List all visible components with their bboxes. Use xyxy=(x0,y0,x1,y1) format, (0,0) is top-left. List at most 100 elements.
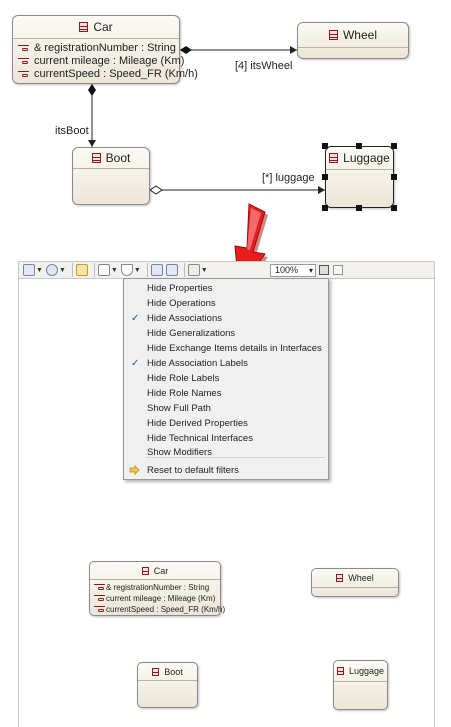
boot-class-name: Boot xyxy=(164,666,183,677)
menu-item-label: Hide Generalizations xyxy=(147,328,236,339)
menu-item-hide-technical-interfaces[interactable]: Hide Technical Interfaces xyxy=(124,431,328,446)
attribute-row: current mileage : Mileage (Km) xyxy=(94,593,220,604)
selection-handle[interactable] xyxy=(356,205,362,211)
boot-class-name: Boot xyxy=(105,151,131,165)
check-icon: ✓ xyxy=(131,313,140,324)
layout-icon xyxy=(45,264,58,276)
its-wheel-label: [4] itsWheel xyxy=(235,60,293,72)
refresh-icon xyxy=(75,264,88,276)
menu-item-label: Hide Role Labels xyxy=(147,373,220,384)
property-icon xyxy=(94,606,105,613)
class-icon xyxy=(336,667,344,675)
filter-menu: Hide Properties Hide Operations ✓ Hide As… xyxy=(123,278,329,480)
wheel-class-name: Wheel xyxy=(342,28,377,42)
class-icon xyxy=(336,574,344,582)
menu-item-hide-role-labels[interactable]: Hide Role Labels xyxy=(124,371,328,386)
menu-item-hide-exchange-items[interactable]: Hide Exchange Items details in Interface… xyxy=(124,341,328,356)
car-class-box-filtered[interactable]: Car & registrationNumber : String curren… xyxy=(89,561,225,616)
selection-handle[interactable] xyxy=(356,143,362,149)
composition-diamond xyxy=(180,46,192,54)
toolbar-button-paste[interactable]: ▼ xyxy=(187,262,208,278)
arrowhead xyxy=(318,186,325,194)
boot-class-box[interactable]: Boot xyxy=(72,147,150,205)
wheel-class-box-filtered[interactable]: Wheel xyxy=(311,568,399,597)
menu-item-hide-operations[interactable]: Hide Operations xyxy=(124,296,328,311)
composition-diamond xyxy=(88,84,96,96)
wheel-class-header: Wheel xyxy=(312,569,398,588)
attribute-row: & registrationNumber : String xyxy=(18,42,179,55)
chevron-down-icon[interactable]: ▼ xyxy=(201,267,208,274)
car-class-box[interactable]: Car & registrationNumber : String curren… xyxy=(12,15,198,84)
export-icon xyxy=(165,264,178,276)
luggage-role-label: [*] luggage xyxy=(262,172,315,184)
attribute-row: & registrationNumber : String xyxy=(94,582,220,593)
attribute-row: currentSpeed : Speed_FR (Km/h) xyxy=(94,604,225,615)
car-class-name: Car xyxy=(153,565,169,576)
chevron-down-icon[interactable]: ▼ xyxy=(36,267,43,274)
property-icon xyxy=(94,595,105,602)
selection-handle[interactable] xyxy=(322,174,328,180)
attribute-label: current mileage : Mileage (Km) xyxy=(106,594,216,603)
car-class-header: Car xyxy=(13,16,179,39)
layers-icon xyxy=(97,264,110,276)
toolbar-button-refresh[interactable] xyxy=(75,262,88,278)
toolbar-button-filters[interactable]: ▼ xyxy=(120,262,141,278)
luggage-class-box-filtered[interactable]: Luggage xyxy=(333,660,388,710)
luggage-class-name: Luggage xyxy=(348,666,385,676)
toolbar-separator xyxy=(146,263,148,277)
chevron-down-icon[interactable]: ▼ xyxy=(134,267,141,274)
selection-handle[interactable] xyxy=(391,143,397,149)
boot-class-header: Boot xyxy=(73,148,149,169)
menu-item-hide-generalizations[interactable]: Hide Generalizations xyxy=(124,326,328,341)
page-icon[interactable] xyxy=(333,265,343,275)
selection-handle[interactable] xyxy=(322,143,328,149)
chevron-down-icon[interactable]: ▼ xyxy=(111,267,118,274)
property-icon xyxy=(18,58,29,65)
class-icon xyxy=(79,22,89,32)
wheel-class-box[interactable]: Wheel xyxy=(297,22,409,59)
menu-item-hide-association-labels[interactable]: ✓ Hide Association Labels xyxy=(124,356,328,371)
toolbar-button-export[interactable] xyxy=(165,262,178,278)
boot-class-header: Boot xyxy=(138,663,197,681)
menu-item-hide-properties[interactable]: Hide Properties xyxy=(124,281,328,296)
class-icon xyxy=(329,153,339,163)
toolbar-button-layers[interactable]: ▼ xyxy=(97,262,118,278)
toolbar-separator xyxy=(93,263,95,277)
menu-item-hide-role-names[interactable]: Hide Role Names xyxy=(124,386,328,401)
selection-handle[interactable] xyxy=(322,205,328,211)
arrange-icon xyxy=(23,264,35,276)
camera-icon[interactable] xyxy=(319,265,329,275)
menu-item-hide-derived-properties[interactable]: Hide Derived Properties xyxy=(124,416,328,431)
zoom-select[interactable]: 100% xyxy=(270,264,316,277)
attribute-label: & registrationNumber : String xyxy=(34,42,176,54)
toolbar-button-arrange[interactable]: ▼ xyxy=(23,262,43,278)
boot-class-box-filtered[interactable]: Boot xyxy=(137,662,198,708)
menu-item-reset-filters[interactable]: Reset to default filters xyxy=(124,463,328,478)
chevron-down-icon[interactable]: ▼ xyxy=(59,267,66,274)
menu-separator xyxy=(146,457,325,458)
car-attributes: & registrationNumber : String current mi… xyxy=(90,580,225,615)
menu-item-show-full-path[interactable]: Show Full Path xyxy=(124,401,328,416)
property-icon xyxy=(18,71,29,78)
selection-handle[interactable] xyxy=(391,205,397,211)
property-icon xyxy=(18,45,29,52)
class-icon xyxy=(328,30,338,40)
class-icon xyxy=(141,566,149,575)
filter-icon xyxy=(120,264,133,276)
menu-item-label: Hide Association Labels xyxy=(147,358,248,369)
class-icon xyxy=(91,153,101,163)
toolbar-button-layout[interactable]: ▼ xyxy=(45,262,66,278)
toolbar-button-select[interactable] xyxy=(150,262,163,278)
wheel-class-header: Wheel xyxy=(298,23,408,48)
reset-filter-icon xyxy=(129,465,140,475)
diagram-toolbar: ▼ ▼ ▼ ▼ ▼ 100% xyxy=(18,261,435,279)
attribute-row: currentSpeed : Speed_FR (Km/h) xyxy=(18,68,198,81)
toolbar-separator xyxy=(71,263,73,277)
luggage-class-header: Luggage xyxy=(326,147,393,170)
toolbar-separator xyxy=(183,263,185,277)
selection-handle[interactable] xyxy=(391,174,397,180)
car-class-name: Car xyxy=(93,20,113,34)
menu-item-label: Hide Derived Properties xyxy=(147,418,248,429)
menu-item-hide-associations[interactable]: ✓ Hide Associations xyxy=(124,311,328,326)
luggage-class-box[interactable]: Luggage xyxy=(325,146,394,208)
